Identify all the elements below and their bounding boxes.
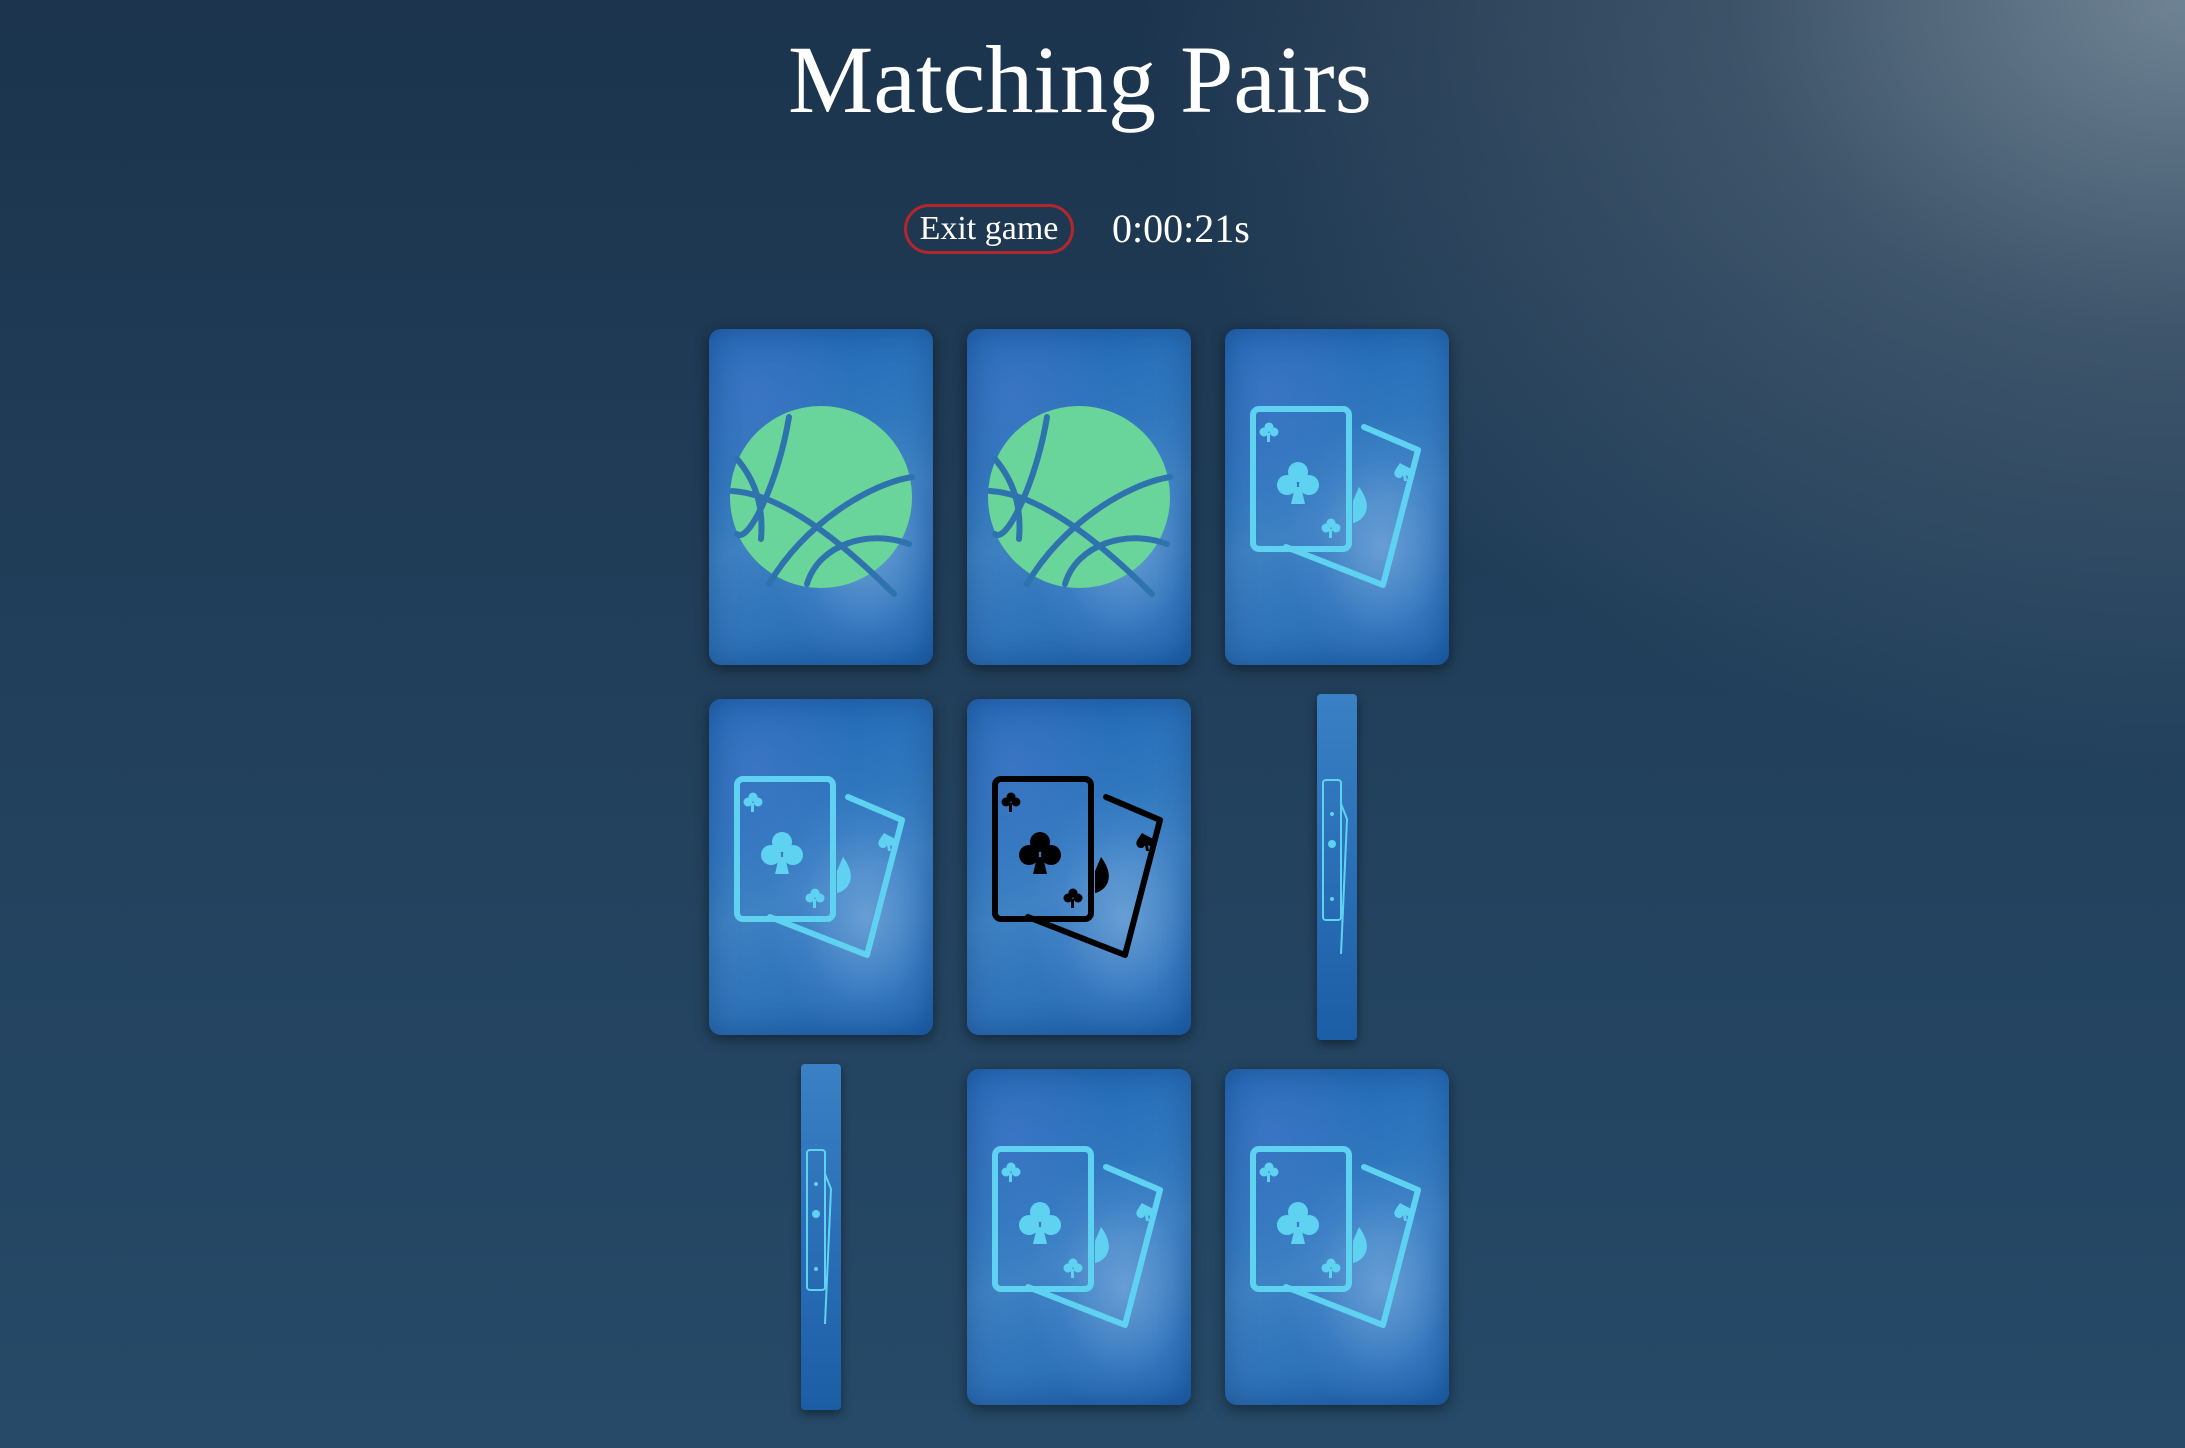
basketball-icon bbox=[967, 329, 1191, 665]
card-grid bbox=[0, 0, 2185, 1448]
card-2[interactable] bbox=[967, 329, 1191, 665]
card-9[interactable] bbox=[1225, 1069, 1449, 1405]
playing-cards-icon bbox=[1225, 329, 1449, 665]
card-6-flipping[interactable] bbox=[1317, 694, 1357, 1040]
playing-cards-icon bbox=[1322, 779, 1349, 955]
playing-cards-icon bbox=[806, 1149, 833, 1325]
card-4[interactable] bbox=[709, 699, 933, 1035]
basketball-icon bbox=[709, 329, 933, 665]
playing-cards-icon bbox=[1225, 1069, 1449, 1405]
card-7-flipping[interactable] bbox=[801, 1064, 841, 1410]
card-1[interactable] bbox=[709, 329, 933, 665]
playing-cards-icon bbox=[967, 1069, 1191, 1405]
card-8[interactable] bbox=[967, 1069, 1191, 1405]
card-3[interactable] bbox=[1225, 329, 1449, 665]
card-5-selected[interactable] bbox=[967, 699, 1191, 1035]
playing-cards-icon bbox=[967, 699, 1191, 1035]
playing-cards-icon bbox=[709, 699, 933, 1035]
